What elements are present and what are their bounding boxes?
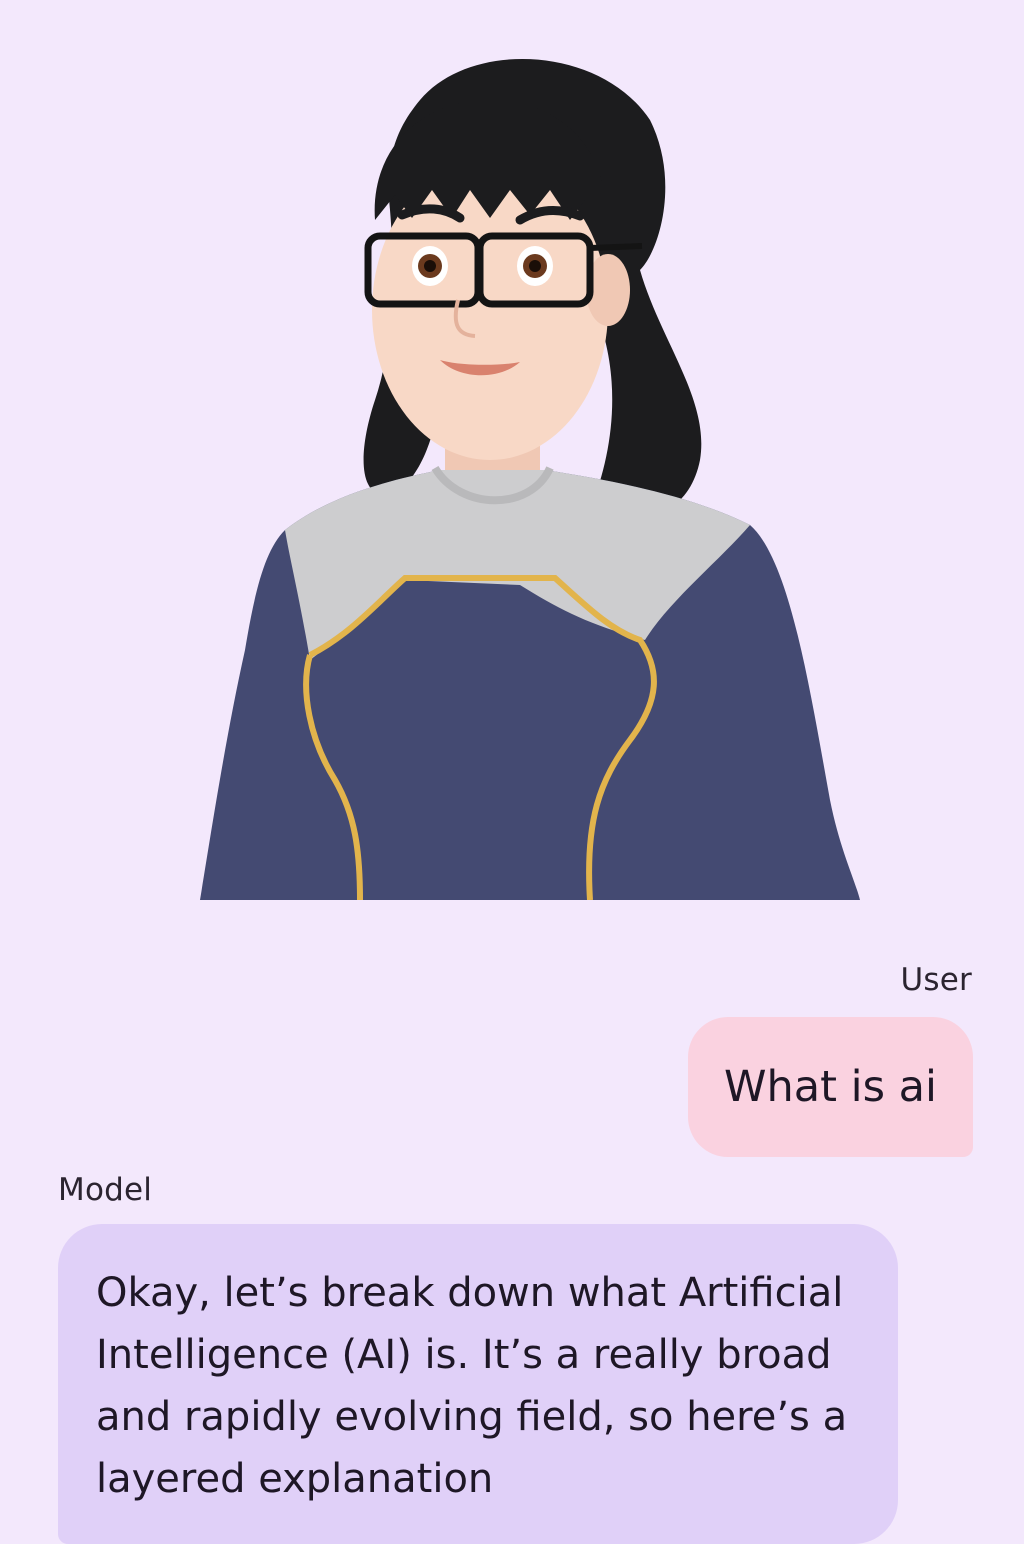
user-label: User bbox=[900, 962, 972, 998]
model-label: Model bbox=[58, 1172, 153, 1208]
model-message-bubble: Okay, let’s break down what Artificial I… bbox=[58, 1224, 898, 1544]
avatar bbox=[190, 40, 870, 900]
user-message-text: What is ai bbox=[724, 1062, 937, 1112]
glasses-arm bbox=[589, 243, 643, 251]
user-message-bubble: What is ai bbox=[688, 1017, 973, 1157]
avatar-illustration bbox=[200, 58, 860, 900]
model-message-text: Okay, let’s break down what Artificial I… bbox=[96, 1270, 848, 1502]
